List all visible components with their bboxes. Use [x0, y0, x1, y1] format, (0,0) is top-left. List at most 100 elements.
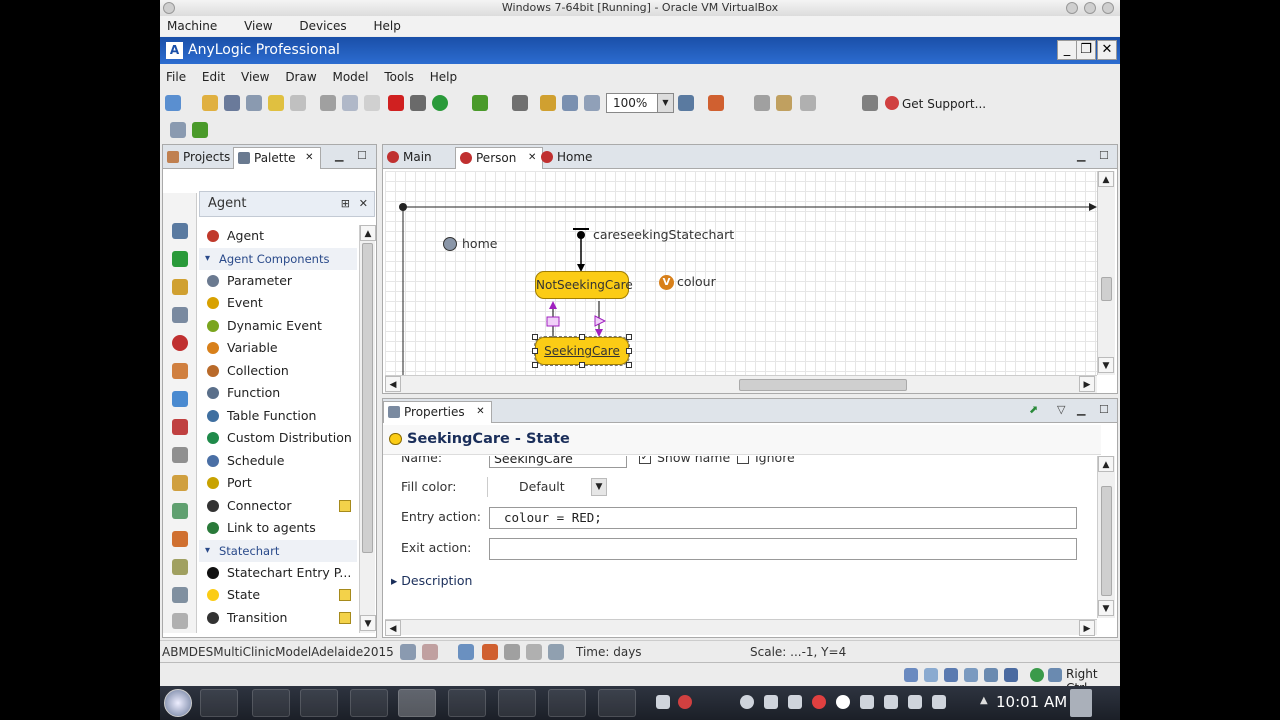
scroll-down-icon[interactable]: ▼ — [1098, 357, 1114, 373]
resize-handle[interactable] — [626, 362, 632, 368]
palette-item[interactable]: Function — [199, 382, 357, 405]
tab-home[interactable]: Home — [537, 147, 598, 169]
stop-icon[interactable] — [512, 95, 528, 111]
resize-handle[interactable] — [626, 334, 632, 340]
palette-item[interactable]: Connector — [199, 495, 357, 518]
home-label[interactable]: home — [462, 236, 497, 251]
panel-icon[interactable] — [400, 644, 416, 660]
show-name-checkbox[interactable]: ✓ — [639, 456, 651, 464]
display-icon[interactable] — [984, 668, 998, 682]
redo-icon[interactable] — [290, 95, 306, 111]
palette-scrollbar[interactable]: ▲ ▼ — [359, 225, 376, 633]
shared-folder-icon[interactable] — [964, 668, 978, 682]
palette-item[interactable]: Event — [199, 292, 357, 315]
palette-item[interactable]: Agent — [199, 225, 357, 248]
tray-expand-icon[interactable]: ▲ — [980, 695, 988, 706]
taskbar-app-icon[interactable] — [448, 689, 486, 717]
battery-icon[interactable] — [884, 695, 898, 709]
zoom-out-icon[interactable] — [584, 95, 600, 111]
close-icon[interactable]: ✕ — [528, 148, 536, 168]
layers-icon[interactable] — [800, 95, 816, 111]
stop-icon[interactable] — [836, 695, 850, 709]
resize-handle[interactable] — [626, 348, 632, 354]
vbox-close-icon[interactable] — [1102, 2, 1114, 14]
scroll-thumb[interactable] — [1101, 277, 1112, 301]
app-minimize-button[interactable]: _ — [1057, 40, 1077, 60]
app-restore-button[interactable]: ❐ — [1076, 40, 1096, 60]
vbox-menu-machine[interactable]: Machine — [167, 19, 217, 33]
save-icon[interactable] — [224, 95, 240, 111]
vbox-maximize-icon[interactable] — [1084, 2, 1096, 14]
entry-action-field[interactable]: colour = RED; — [489, 507, 1077, 529]
minimize-icon[interactable]: ▁ — [1077, 403, 1085, 416]
network-icon[interactable] — [1030, 668, 1044, 682]
tray-icon[interactable] — [788, 695, 802, 709]
close-icon[interactable]: ✕ — [476, 402, 484, 422]
properties-hscrollbar[interactable]: ◀ ▶ — [385, 619, 1097, 636]
taskbar-app-icon[interactable] — [200, 689, 238, 717]
minimize-icon[interactable]: ▁ — [335, 149, 343, 162]
menu-help[interactable]: Help — [430, 70, 457, 84]
close-icon[interactable]: ✕ — [305, 148, 313, 168]
tray-icon[interactable] — [764, 695, 778, 709]
properties-icon[interactable] — [540, 95, 556, 111]
connect-icon[interactable] — [504, 644, 520, 660]
panel-icon[interactable] — [422, 644, 438, 660]
palette-item[interactable]: Table Function — [199, 405, 357, 428]
palette-item[interactable]: Dynamic Event — [199, 315, 357, 338]
delete-icon[interactable] — [388, 95, 404, 111]
maximize-icon[interactable]: ☐ — [357, 149, 367, 162]
save-all-icon[interactable] — [246, 95, 262, 111]
palette-item[interactable]: Link to agents — [199, 517, 357, 540]
palette-group-header[interactable]: Agent Components — [199, 247, 357, 270]
rail-icon[interactable] — [172, 279, 188, 295]
scroll-right-icon[interactable]: ▶ — [1079, 376, 1095, 392]
library-icon[interactable] — [172, 587, 188, 603]
editor-vscrollbar[interactable]: ▲ ▼ — [1097, 171, 1115, 375]
settings-icon[interactable] — [192, 122, 208, 138]
open-icon[interactable] — [202, 95, 218, 111]
scroll-down-icon[interactable]: ▼ — [360, 615, 376, 631]
resize-handle[interactable] — [579, 362, 585, 368]
tray-dots-icon[interactable] — [678, 695, 692, 709]
debug-icon[interactable] — [472, 95, 488, 111]
tray-app-icon[interactable] — [656, 695, 670, 709]
palette-item[interactable]: Schedule — [199, 450, 357, 473]
marker-icon[interactable] — [708, 95, 724, 111]
agent-library-icon[interactable] — [172, 335, 188, 351]
paste-icon[interactable] — [364, 95, 380, 111]
tab-person[interactable]: Person ✕ — [455, 147, 544, 169]
new-icon[interactable] — [165, 95, 181, 111]
scroll-left-icon[interactable]: ◀ — [385, 376, 401, 392]
tab-properties[interactable]: Properties ✕ — [383, 401, 492, 423]
scroll-up-icon[interactable]: ▲ — [360, 225, 376, 241]
process-icon[interactable] — [172, 307, 188, 323]
edit-icon[interactable] — [339, 611, 351, 624]
scroll-thumb[interactable] — [362, 243, 373, 553]
taskbar-explorer-icon[interactable] — [252, 689, 290, 717]
palette-item[interactable]: Custom Distribution — [199, 427, 357, 450]
info-icon[interactable] — [740, 695, 754, 709]
grid-icon[interactable] — [754, 95, 770, 111]
open-extension-icon[interactable]: ⬈ — [1029, 403, 1038, 416]
ignore-checkbox[interactable] — [737, 456, 749, 464]
colour-variable-label[interactable]: colour — [677, 274, 716, 289]
pictures-icon[interactable] — [172, 475, 188, 491]
cut-icon[interactable] — [320, 95, 336, 111]
resize-handle[interactable] — [532, 334, 538, 340]
palette-item[interactable]: Statechart Entry P... — [199, 562, 357, 585]
menu-model[interactable]: Model — [332, 70, 368, 84]
capture-icon[interactable] — [1004, 668, 1018, 682]
presentation-icon[interactable] — [172, 363, 188, 379]
name-field[interactable]: SeekingCare — [489, 456, 627, 468]
optical-icon[interactable] — [924, 668, 938, 682]
run-icon[interactable] — [432, 95, 448, 111]
scroll-down-icon[interactable]: ▼ — [1098, 600, 1114, 616]
taskbar-app-icon[interactable] — [548, 689, 586, 717]
zoom-select[interactable]: 100% ▼ — [606, 93, 674, 113]
state-not-seeking-care[interactable]: NotSeekingCare — [535, 271, 633, 299]
system-dynamics-icon[interactable] — [172, 559, 188, 575]
scroll-thumb[interactable] — [1101, 486, 1112, 596]
menu-draw[interactable]: Draw — [285, 70, 316, 84]
minimize-icon[interactable]: ▁ — [1077, 149, 1085, 162]
